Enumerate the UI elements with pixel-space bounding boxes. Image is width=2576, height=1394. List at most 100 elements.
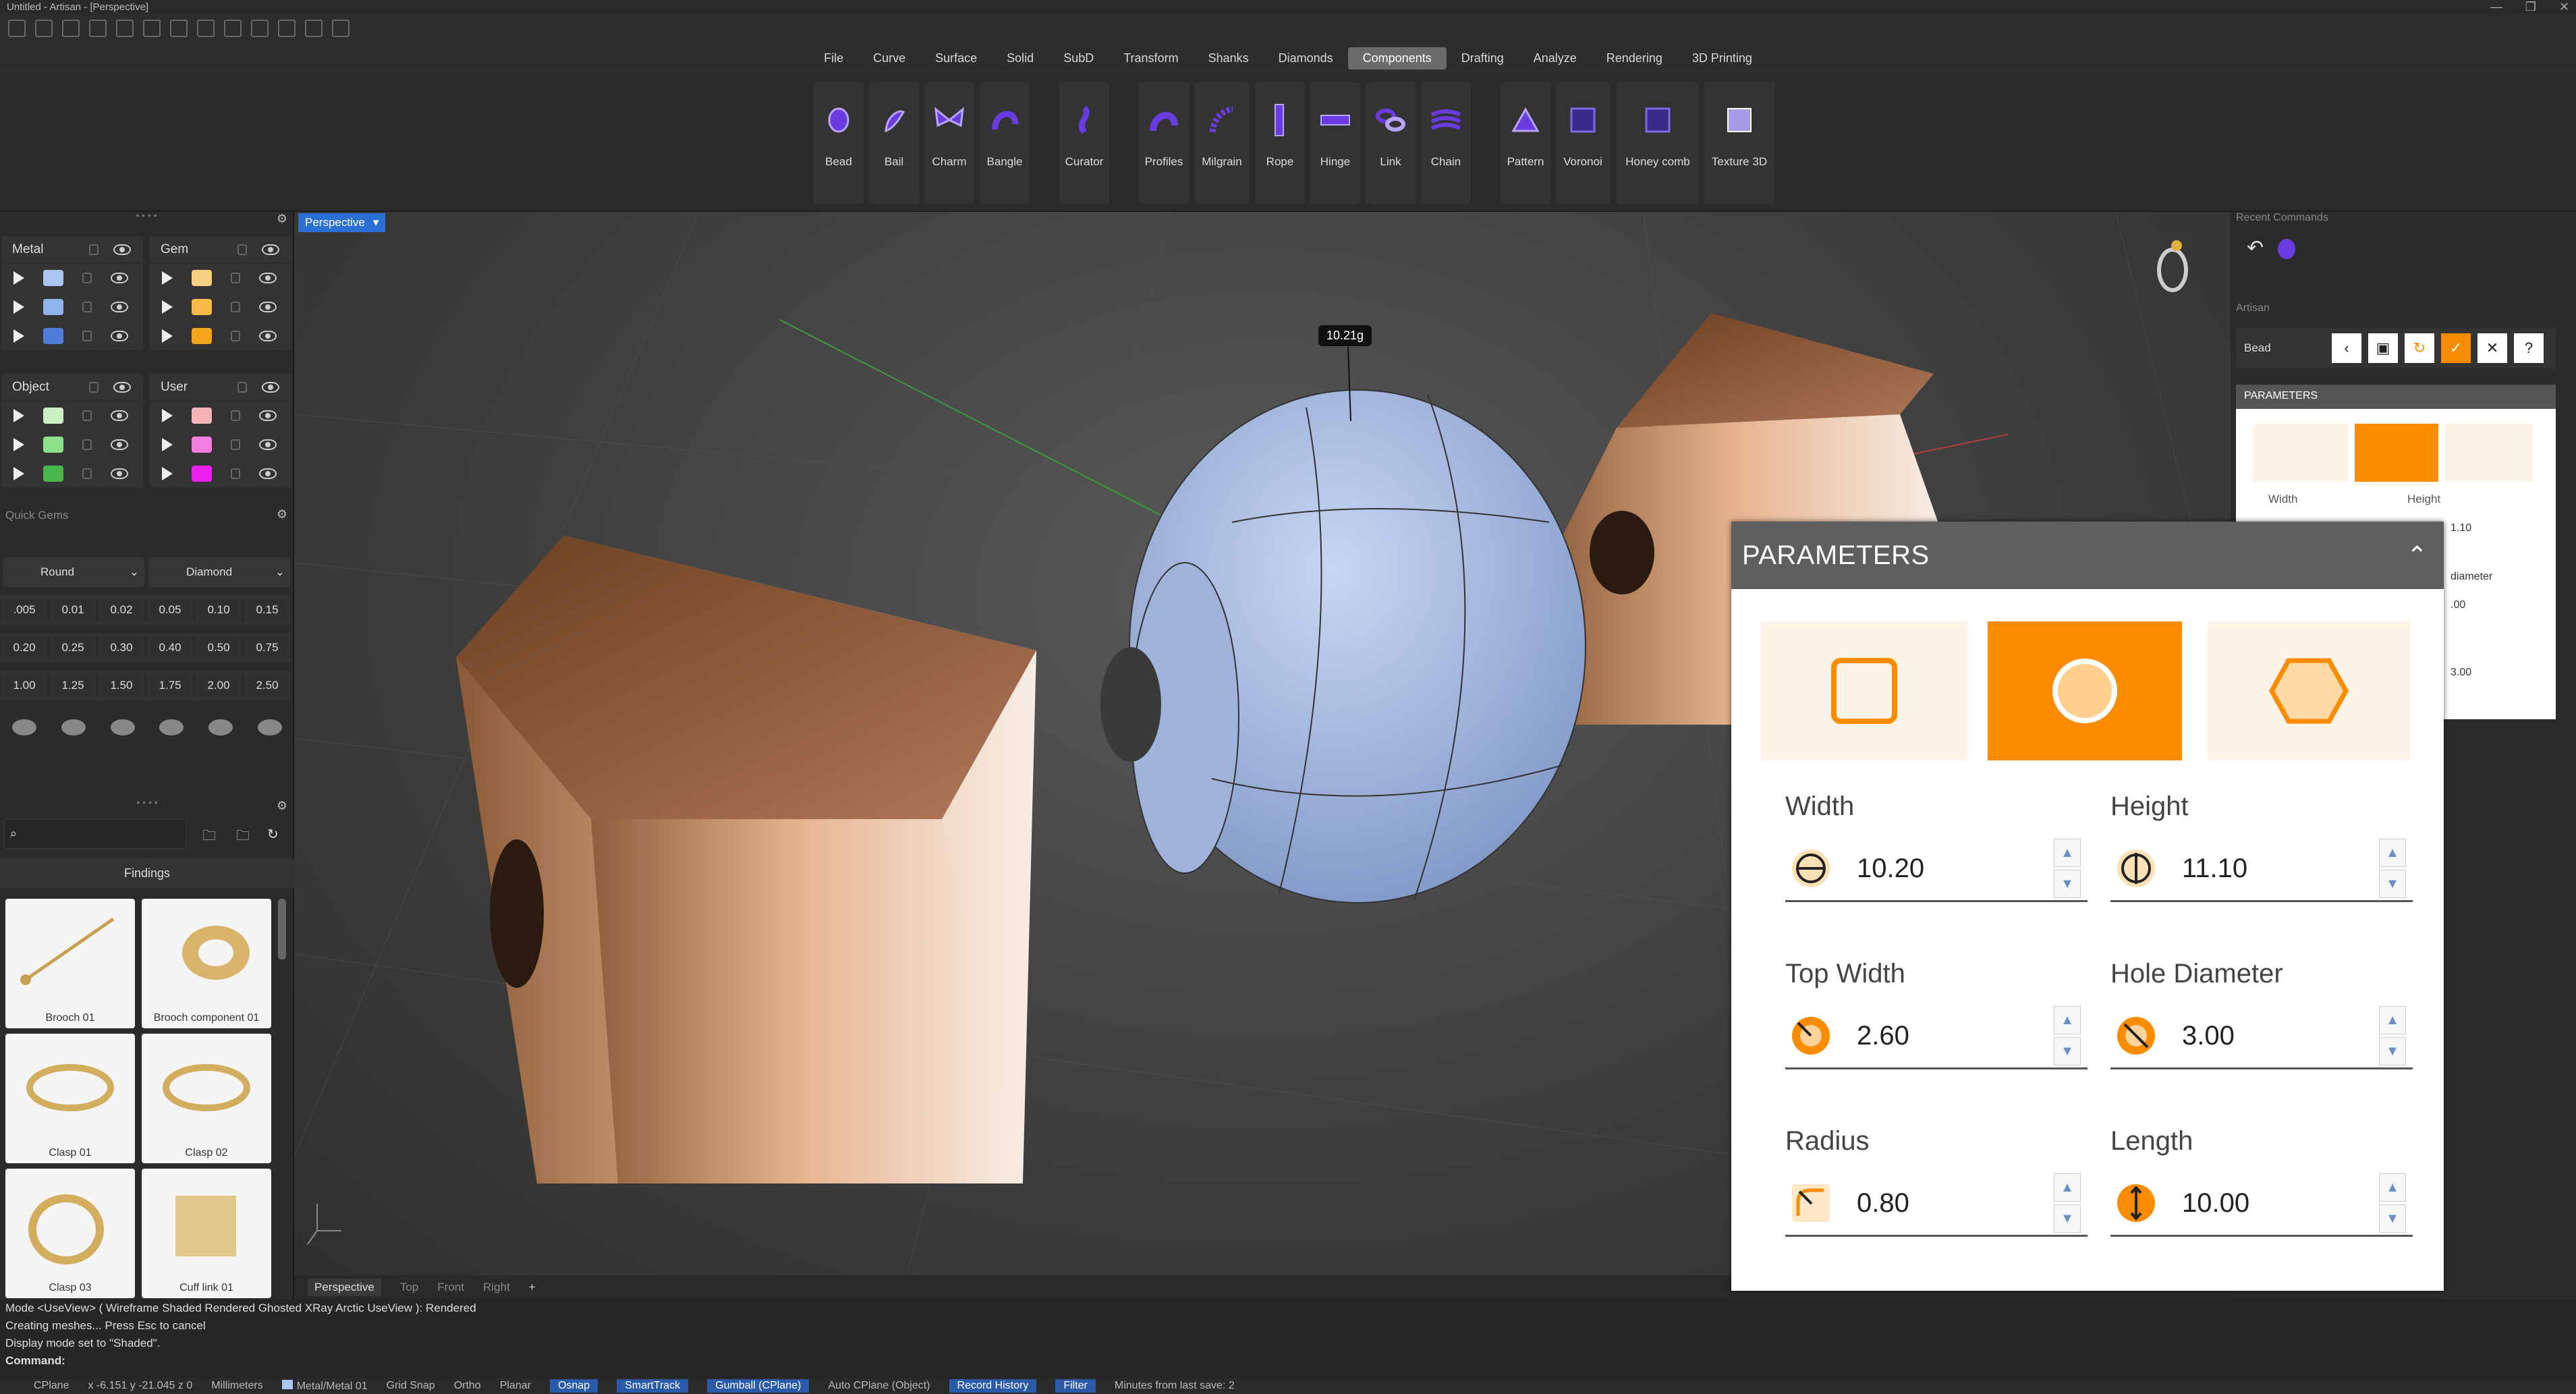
layer-row[interactable] [1,263,143,292]
lock-icon[interactable] [82,330,92,341]
gear-icon[interactable]: ⚙ [277,507,287,522]
library-item[interactable]: Clasp 01 [5,1034,135,1163]
lock-icon[interactable] [231,301,240,312]
library-item[interactable]: Brooch component 01 [142,899,271,1028]
command-prompt[interactable]: Command: [5,1352,2576,1370]
tool-chain[interactable]: Chain [1421,82,1471,204]
hole-diameter-stepper[interactable]: ▲ ▼ [2379,1006,2406,1065]
viewport-name-tab[interactable]: Perspective ▾ [298,213,386,232]
tab-front[interactable]: Front [437,1281,464,1294]
width-stepper[interactable]: ▲ ▼ [2054,839,2081,898]
eye-icon[interactable] [111,410,128,421]
lock-icon[interactable] [89,381,99,393]
layer-color-swatch[interactable] [43,407,63,424]
menu-shanks[interactable]: Shanks [1194,47,1264,69]
layer-color-swatch[interactable] [192,465,212,482]
height-input[interactable]: 11.10 ▲ ▼ [2110,832,2413,902]
menu-transform[interactable]: Transform [1109,47,1193,69]
expand-icon[interactable] [13,300,24,314]
layer-color-swatch[interactable] [192,327,212,344]
eye-icon[interactable] [111,272,128,283]
layer-row[interactable] [1,292,143,321]
layer-row[interactable] [150,263,291,292]
gem-size-button[interactable]: 0.02 [98,595,145,625]
decrement-icon[interactable]: ▼ [2054,1204,2081,1233]
layer-color-swatch[interactable] [43,298,63,315]
osnap-toggle[interactable]: Osnap [549,1379,598,1393]
layer-row[interactable] [150,321,291,350]
lock-icon[interactable] [237,381,247,393]
library-item[interactable]: Clasp 03 [5,1169,135,1298]
increment-icon[interactable]: ▲ [2054,839,2081,867]
gumball-toggle[interactable]: Gumball (CPlane) [707,1379,810,1393]
eye-icon[interactable] [259,272,277,283]
layer-color-swatch[interactable] [43,436,63,453]
gem-cut-icon[interactable] [61,719,86,735]
length-stepper[interactable]: ▲ ▼ [2379,1173,2406,1233]
gem-size-button[interactable]: 1.50 [98,671,145,700]
menu-components[interactable]: Components [1347,47,1447,69]
gem-shape-dropdown[interactable]: Round ⌄ [3,557,144,587]
eye-icon[interactable] [111,439,128,450]
tool-profiles[interactable]: Profiles [1139,82,1189,204]
dropdown-arrow-icon[interactable]: ▾ [373,216,379,229]
lock-icon[interactable] [231,468,240,479]
tool-bail[interactable]: Bail [869,82,919,204]
lock-icon[interactable] [82,468,92,479]
gem-cut-icon[interactable] [12,719,37,735]
tool-charm[interactable]: Charm [924,82,974,204]
gem-size-button[interactable]: 2.00 [195,671,242,700]
close-icon[interactable]: ✕ [2559,0,2569,14]
tool-honeycomb[interactable]: Honey comb [1617,82,1699,204]
parameters-header[interactable]: PARAMETERS ⌃ [1731,522,2444,589]
library-scrollbar[interactable] [278,899,286,959]
units-status[interactable]: Millimeters [211,1380,262,1392]
gem-size-button[interactable]: 1.75 [146,671,194,700]
mesh-icon[interactable] [332,20,349,37]
eye-icon[interactable] [262,244,279,255]
gem-size-button[interactable]: 2.50 [244,671,291,700]
expand-icon[interactable] [162,300,173,314]
ring-icon[interactable] [2157,240,2188,292]
radius-input[interactable]: 0.80 ▲ ▼ [1785,1167,2088,1237]
gem-cut-icon[interactable] [159,719,184,735]
shape-circle-button[interactable] [1988,621,2182,760]
layer-row[interactable] [1,430,143,459]
eye-icon[interactable] [259,468,277,479]
help-button[interactable]: ? [2514,333,2544,363]
menu-drafting[interactable]: Drafting [1447,47,1519,69]
eye-icon[interactable] [113,244,131,255]
new-file-icon[interactable] [8,20,26,37]
cancel-button[interactable]: ✕ [2477,333,2507,363]
hole-diameter-input[interactable]: 3.00 ▲ ▼ [2110,999,2413,1069]
tool-hinge[interactable]: Hinge [1310,82,1360,204]
gem-size-button[interactable]: 0.05 [146,595,194,625]
gear-icon[interactable]: ⚙ [277,212,287,226]
menu-solid[interactable]: Solid [992,47,1048,69]
back-button[interactable]: ‹ [2332,333,2361,363]
filter-toggle[interactable]: Filter [1055,1379,1096,1393]
ruler-icon[interactable] [278,20,296,37]
increment-icon[interactable]: ▲ [2054,1173,2081,1202]
layer-color-swatch[interactable] [43,465,63,482]
decrement-icon[interactable]: ▼ [2054,1037,2081,1065]
menu-file[interactable]: File [809,47,858,69]
metal-cube-left[interactable] [456,536,1036,1183]
eye-icon[interactable] [259,410,277,421]
layer-color-swatch[interactable] [192,269,212,286]
layer-row[interactable] [1,459,143,488]
cplane-status[interactable]: CPlane [34,1380,69,1392]
gem-size-button[interactable]: 0.15 [244,595,291,625]
redo-icon[interactable] [116,20,134,37]
gem-size-button[interactable]: 0.01 [49,595,96,625]
refresh-icon[interactable]: ↻ [2405,333,2434,363]
layer-row[interactable] [1,401,143,430]
expand-icon[interactable] [162,437,173,451]
eye-icon[interactable] [111,468,128,479]
layer-color-swatch[interactable] [43,269,63,286]
tool-milgrain[interactable]: Milgrain [1194,82,1250,204]
planar-toggle[interactable]: Planar [500,1380,531,1392]
expand-icon[interactable] [13,271,24,285]
current-layer-status[interactable]: Metal/Metal 01 [281,1379,368,1393]
save-icon[interactable] [143,20,161,37]
